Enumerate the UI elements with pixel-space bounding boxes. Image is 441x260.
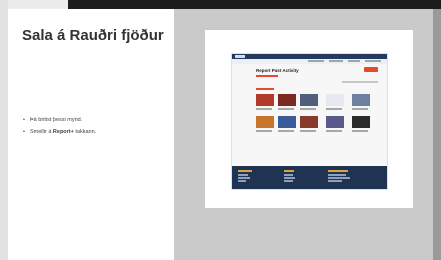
- left-edge: [0, 0, 8, 260]
- thumbnail[interactable]: [256, 94, 274, 106]
- thumbnail[interactable]: [326, 94, 344, 106]
- caption: [256, 108, 272, 110]
- top-dark-bar: [68, 0, 441, 9]
- filter-controls: [342, 81, 378, 83]
- caption: [278, 130, 294, 132]
- bullet-2-after: takkann.: [73, 129, 97, 135]
- bullet-2: Smellir á Report+ takkann.: [23, 129, 97, 135]
- embedded-web-page: Report Past Activity: [231, 53, 388, 190]
- caption: [326, 130, 342, 132]
- section-header: [256, 88, 274, 90]
- thumbnail[interactable]: [300, 94, 318, 106]
- caption: [300, 108, 316, 110]
- report-plus-button[interactable]: [364, 67, 378, 72]
- thumbnail[interactable]: [326, 116, 344, 128]
- bullet-1: Þá birtist þessi mynd.: [23, 117, 96, 123]
- thumbnail[interactable]: [352, 116, 370, 128]
- caption: [352, 130, 368, 132]
- site-sub-nav: [232, 59, 387, 64]
- slide-image-panel: Report Past Activity: [174, 9, 441, 260]
- caption: [256, 130, 272, 132]
- slide-title: Sala á Rauðri fjöður: [22, 27, 164, 44]
- red-link[interactable]: [256, 75, 278, 77]
- bullet-2-bold: Report+: [52, 129, 74, 135]
- caption: [352, 108, 368, 110]
- thumbnail[interactable]: [256, 116, 274, 128]
- right-edge: [433, 9, 441, 260]
- site-footer: [232, 166, 387, 189]
- slide-bullets: Þá birtist þessi mynd. Smellir á Report+…: [23, 117, 97, 141]
- site-logo: [235, 55, 245, 58]
- top-strip: [0, 0, 441, 9]
- screenshot-frame: Report Past Activity: [205, 30, 413, 208]
- thumbnail[interactable]: [300, 116, 318, 128]
- thumbnail[interactable]: [278, 116, 296, 128]
- caption: [278, 108, 294, 110]
- caption: [326, 108, 342, 110]
- bullet-2-before: Smellir á: [30, 129, 53, 135]
- page-title: Report Past Activity: [256, 68, 299, 73]
- thumbnail[interactable]: [352, 94, 370, 106]
- thumbnail[interactable]: [278, 94, 296, 106]
- caption: [300, 130, 316, 132]
